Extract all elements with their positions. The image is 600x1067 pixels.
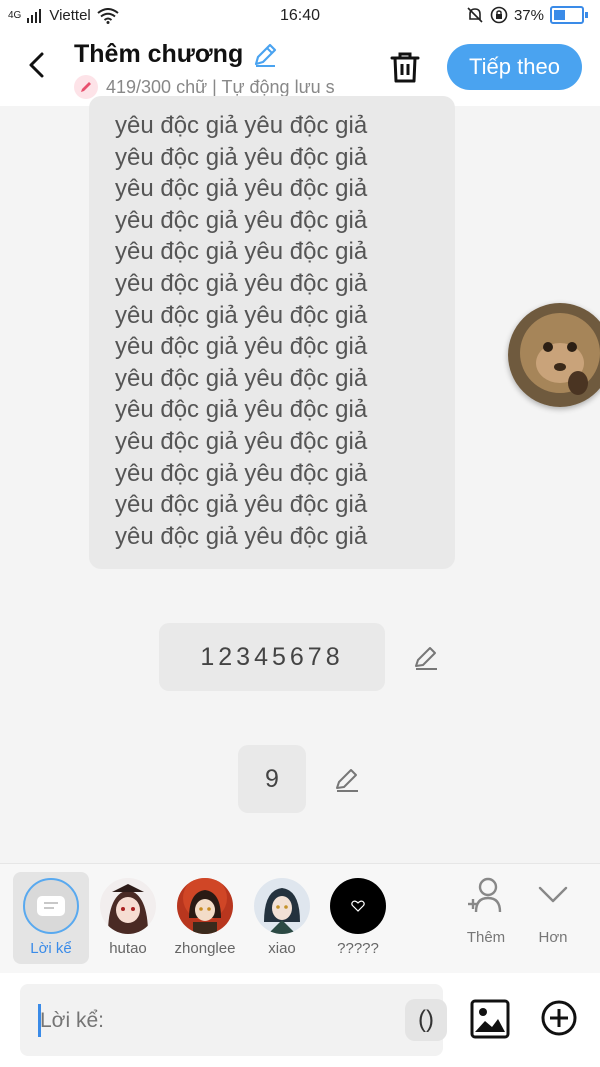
character-bar: Lời kể hutao zhonglee xiao ????? Thêm Hơ… [0, 863, 600, 974]
character-unknown[interactable]: ????? [320, 872, 396, 957]
character-xiao[interactable]: xiao [244, 872, 320, 957]
character-zhonglee[interactable]: zhonglee [167, 872, 243, 957]
character-narrator[interactable]: Lời kể [13, 872, 89, 964]
text-line: yêu độc giả yêu độc giả [115, 364, 368, 392]
text-caret [38, 1004, 41, 1037]
text-line: yêu độc giả yêu độc giả [115, 459, 368, 487]
page-title: Thêm chương [74, 40, 244, 68]
text-line: yêu độc giả yêu độc giả [115, 396, 368, 424]
composer: () [0, 973, 600, 1067]
avatar [254, 878, 310, 934]
text-line: yêu độc giả yêu độc giả [115, 238, 368, 266]
floating-avatar[interactable] [508, 303, 600, 407]
back-arrow-icon[interactable] [20, 48, 54, 82]
add-person-icon [468, 877, 502, 913]
chevron-down-icon [538, 886, 568, 903]
avatar [177, 878, 233, 934]
avatar [330, 878, 386, 934]
message-bubble[interactable]: 9 [238, 745, 306, 813]
edit-pencil-icon[interactable] [333, 766, 361, 794]
text-line: yêu độc giả yêu độc giả [115, 491, 368, 519]
narrator-icon [23, 878, 79, 934]
next-button[interactable]: Tiếp theo [447, 44, 582, 90]
chapter-text: yêu độc giả yêu độc giả yêu độc giả yêu đ… [115, 110, 445, 552]
text-line: yêu độc giả yêu độc giả [115, 427, 368, 455]
character-label: hutao [109, 940, 147, 957]
monkey-avatar-image [508, 303, 600, 407]
trash-icon[interactable] [386, 50, 424, 84]
character-label: xiao [268, 940, 296, 957]
status-bar: 4G Viettel 16:40 37% [0, 0, 600, 34]
add-circle-icon[interactable] [540, 999, 578, 1037]
chapter-text-bubble[interactable]: yêu độc giả yêu độc giả yêu độc giả yêu đ… [89, 96, 455, 569]
text-line: yêu độc giả yêu độc giả [115, 269, 368, 297]
add-character-button[interactable]: Thêm [456, 876, 516, 946]
text-line: yêu độc giả yêu độc giả [115, 301, 368, 329]
mute-bell-icon [467, 7, 483, 23]
text-line: yêu độc giả yêu độc giả [115, 143, 368, 171]
text-line: yêu độc giả yêu độc giả [115, 112, 368, 139]
character-label: zhonglee [174, 940, 236, 957]
message-input[interactable] [38, 1004, 382, 1038]
character-hutao[interactable]: hutao [90, 872, 166, 957]
battery-percent: 37% [513, 6, 544, 24]
battery-icon [550, 6, 584, 24]
text-line: yêu độc giả yêu độc giả [115, 206, 368, 234]
edit-pencil-icon[interactable] [412, 644, 440, 672]
more-label: Hơn [538, 929, 568, 946]
pencil-badge-icon [74, 75, 98, 99]
heart-icon [351, 900, 365, 912]
character-label: ????? [337, 940, 379, 957]
message-input-box[interactable]: () [20, 984, 447, 1056]
parentheses-button[interactable]: () [405, 999, 447, 1041]
message-bubble[interactable]: 12345678 [159, 623, 385, 691]
text-line: yêu độc giả yêu độc giả [115, 522, 368, 550]
text-line: yêu độc giả yêu độc giả [115, 175, 368, 203]
word-count-text: 419/300 chữ | Tự động lưu s [106, 76, 335, 97]
rotation-lock-icon [490, 6, 508, 24]
image-icon[interactable] [470, 999, 510, 1039]
avatar [100, 878, 156, 934]
edit-title-icon[interactable] [251, 41, 279, 69]
character-label: Lời kể [30, 940, 72, 957]
more-button[interactable]: Hơn [523, 876, 583, 946]
text-line: yêu độc giả yêu độc giả [115, 333, 368, 361]
add-label: Thêm [466, 929, 506, 946]
